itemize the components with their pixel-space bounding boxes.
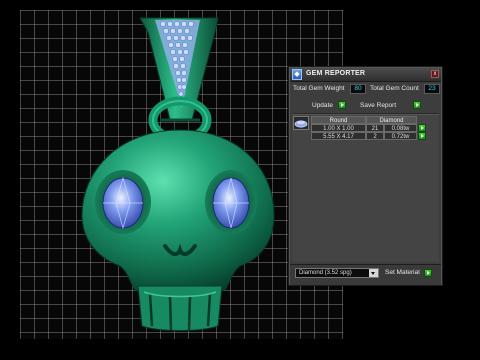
material-select[interactable]: Diamond (3.52 spg): [295, 268, 379, 278]
skull: [81, 129, 275, 331]
total-weight-value: 80: [350, 84, 366, 94]
table-cell-weight: 0.72tw: [384, 132, 417, 140]
table-row-go-button[interactable]: [418, 132, 426, 140]
round-gem-icon: [294, 120, 308, 128]
gem-eye-left: [102, 176, 144, 230]
save-report-button[interactable]: [413, 101, 421, 109]
table-row-go-button[interactable]: [418, 124, 426, 132]
gem-reporter-panel: ◆ GEM REPORTER x Total Gem Weight 80 Tot…: [288, 66, 443, 286]
table-cell-weight: 0.08tw: [384, 124, 417, 132]
table-cell-count: 21: [366, 124, 384, 132]
total-count-value: 23: [424, 84, 440, 94]
gem-eye-right: [212, 177, 250, 229]
gem-reporter-icon: ◆: [292, 69, 302, 80]
table-header-material: Diamond: [366, 116, 417, 124]
table-cell-size: 5.55 X 4.17: [311, 132, 366, 140]
set-material-label: Set Material: [385, 269, 420, 276]
table-cell-size: 1.00 X 1.00: [311, 124, 366, 132]
set-material-button[interactable]: [424, 269, 432, 277]
panel-title-bar[interactable]: ◆ GEM REPORTER x: [290, 68, 441, 82]
total-weight-label: Total Gem Weight: [293, 85, 345, 92]
update-label: Update: [312, 102, 333, 109]
close-button[interactable]: x: [431, 70, 439, 78]
save-report-label: Save Report: [360, 102, 397, 109]
table-header-shape: Round: [311, 116, 366, 124]
total-count-label: Total Gem Count: [370, 85, 419, 92]
table-cell-count: 2: [366, 132, 384, 140]
gem-thumbnail[interactable]: [293, 116, 309, 130]
update-button[interactable]: [338, 101, 346, 109]
panel-title: GEM REPORTER: [306, 70, 366, 77]
chevron-down-icon[interactable]: [369, 269, 378, 277]
